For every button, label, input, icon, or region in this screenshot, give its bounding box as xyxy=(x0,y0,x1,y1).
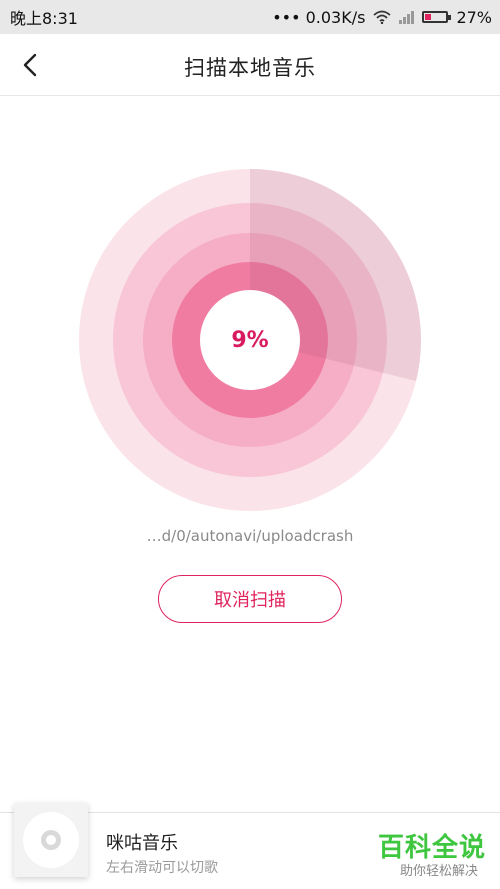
network-speed: ••• 0.03K/s xyxy=(272,7,366,27)
signal-icon xyxy=(399,10,415,24)
wifi-icon xyxy=(373,10,392,24)
page-title: 扫描本地音乐 xyxy=(184,56,316,80)
scan-progress: 9% xyxy=(231,327,269,353)
watermark-subtitle: 助你轻松解决 xyxy=(399,864,478,879)
battery-percent: 27% xyxy=(456,7,492,27)
status-time: 晚上8:31 xyxy=(10,9,78,28)
disc-icon xyxy=(23,812,79,868)
watermark-title: 百科全说 xyxy=(377,833,486,863)
cancel-scan-button[interactable]: 取消扫描 xyxy=(158,575,342,623)
status-bar: 晚上8:31 ••• 0.03K/s 27% xyxy=(0,0,500,34)
header: 扫描本地音乐 xyxy=(0,34,500,96)
scan-radar: 9% xyxy=(78,168,422,512)
scan-current-path: …d/0/autonavi/uploadcrash xyxy=(146,527,354,545)
player-song-title: 咪咕音乐 xyxy=(106,833,178,854)
player-hint: 左右滑动可以切歌 xyxy=(106,860,218,876)
album-art[interactable] xyxy=(14,803,88,877)
mini-player[interactable]: 咪咕音乐 左右滑动可以切歌 百科全说 助你轻松解决 xyxy=(0,803,500,889)
battery-icon xyxy=(422,11,452,23)
status-indicators: ••• 0.03K/s 27% xyxy=(272,8,492,27)
